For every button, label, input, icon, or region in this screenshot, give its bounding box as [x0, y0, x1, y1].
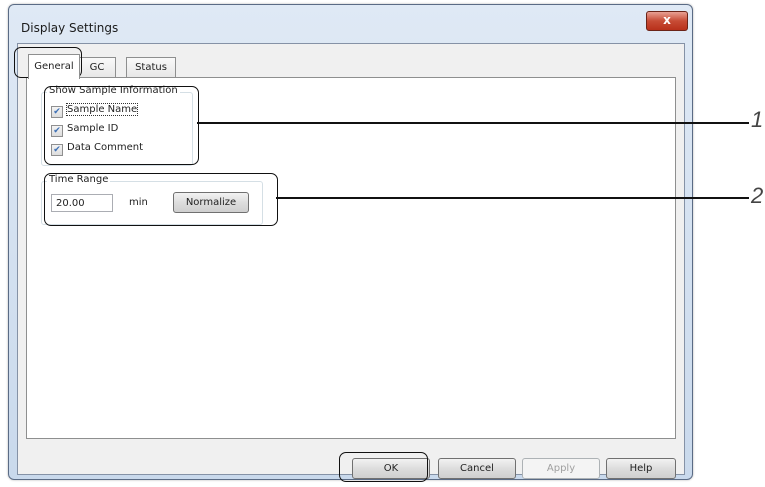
apply-button[interactable]: Apply: [522, 458, 600, 479]
time-range-highlight: [44, 173, 278, 226]
tab-general-label: General: [34, 61, 74, 72]
cancel-button[interactable]: Cancel: [438, 458, 516, 479]
tab-general[interactable]: General: [28, 54, 80, 79]
sample-info-highlight: [44, 86, 199, 165]
window-title: Display Settings: [21, 21, 119, 35]
callout-number-2: 2: [751, 183, 764, 208]
tab-gc[interactable]: GC: [78, 57, 116, 78]
callout-line-1: [197, 122, 749, 124]
tab-status-label: Status: [135, 62, 167, 73]
dialog-window: Display Settings x General GC Status Sho…: [8, 4, 693, 480]
close-icon: x: [663, 13, 671, 27]
callout-line-2: [276, 197, 749, 199]
ok-button-highlight: [339, 452, 428, 482]
callout-number-1: 1: [751, 107, 764, 132]
close-button[interactable]: x: [646, 11, 688, 31]
tab-gc-label: GC: [89, 62, 105, 73]
tab-status[interactable]: Status: [126, 57, 176, 78]
help-button[interactable]: Help: [606, 458, 676, 479]
